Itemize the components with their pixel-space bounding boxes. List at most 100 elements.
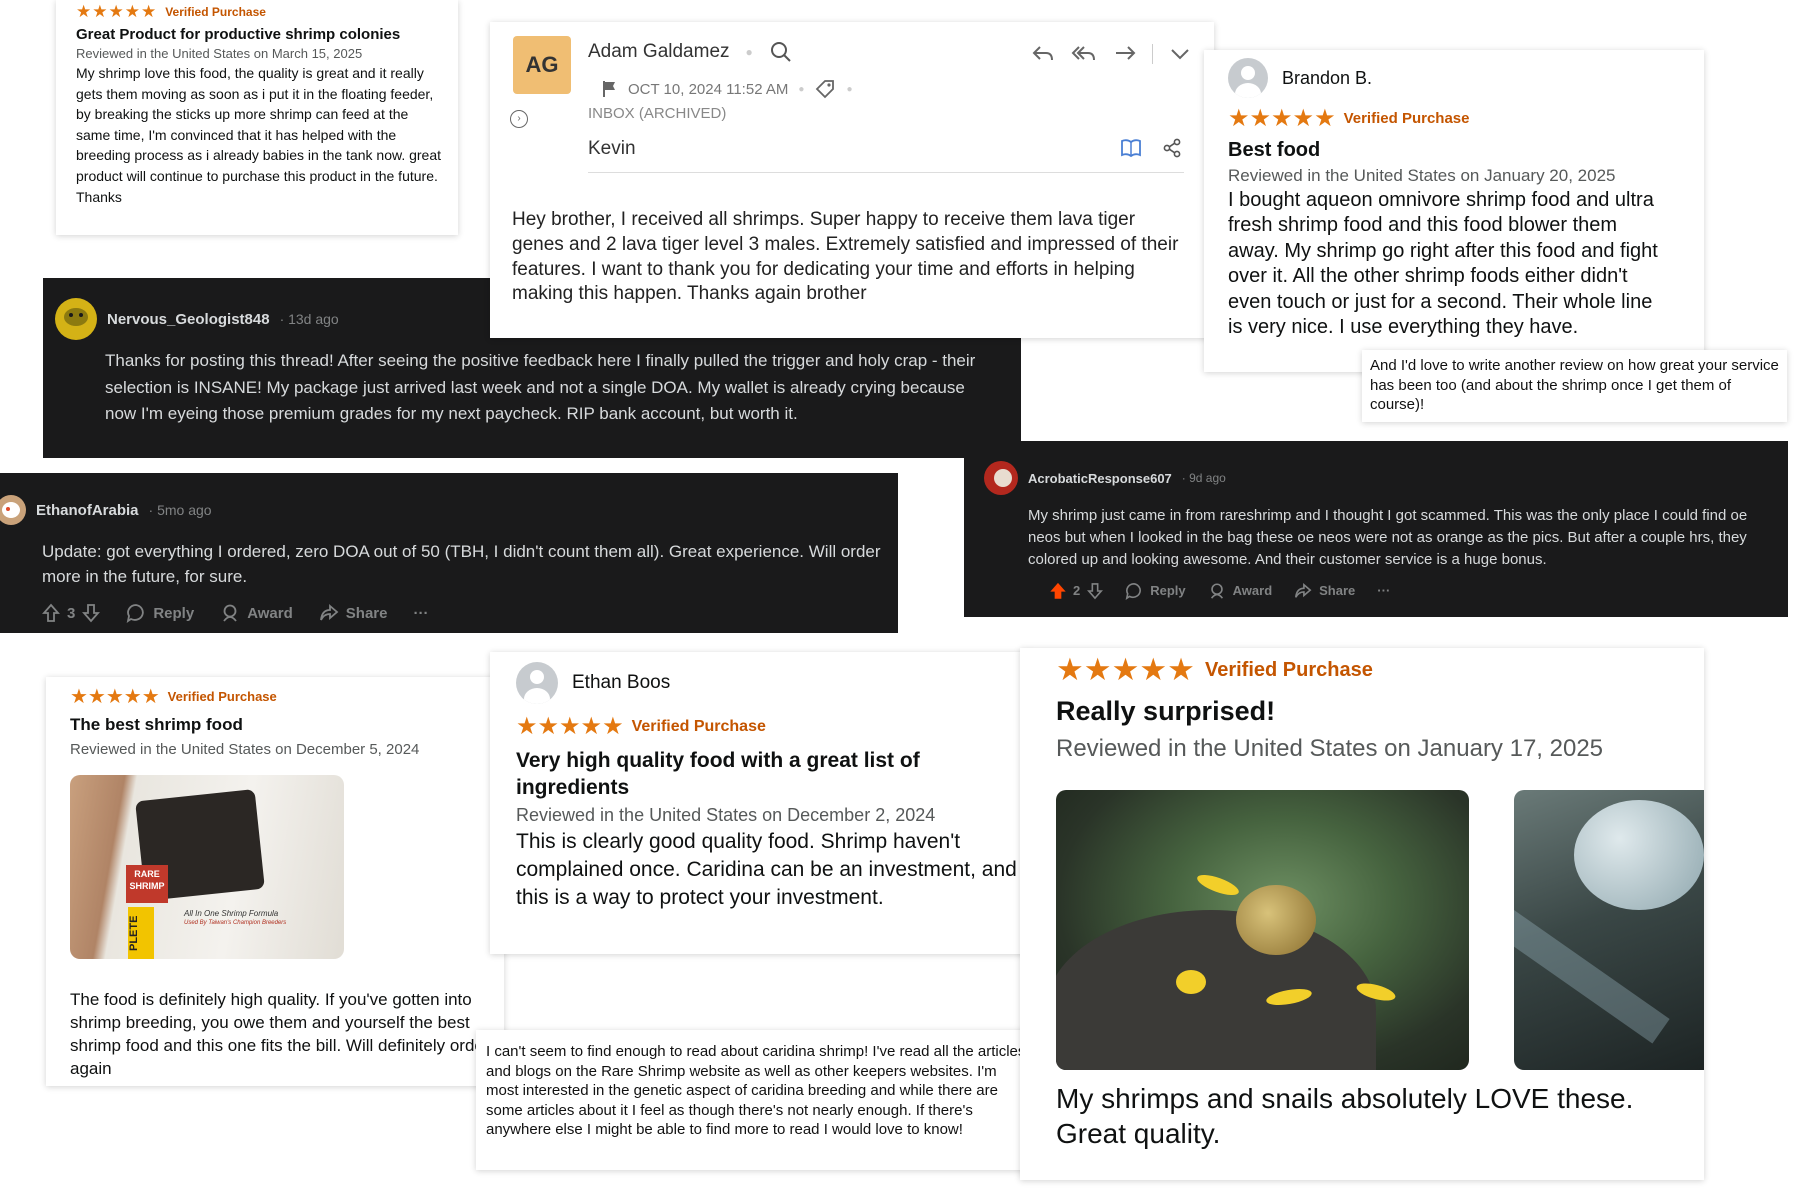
upvote-icon[interactable] [1050,582,1066,600]
chevron-down-icon[interactable] [1167,42,1193,66]
sender-name[interactable]: Adam Galdamez [588,41,730,63]
person-body-icon [524,688,550,704]
shrimp-snail-photo[interactable] [1056,790,1469,1070]
comment-body: Update: got everything I ordered, zero D… [42,542,881,586]
email-folder: INBOX (ARCHIVED) [588,105,727,122]
review-date: Reviewed in the United States on January… [1228,166,1616,185]
share-arrow-icon [319,604,339,621]
star-rating-icon: ★★★★★ [1228,105,1336,132]
separator-dot: ● [745,45,753,59]
star-rating-icon: ★★★★★ [1056,652,1195,687]
email-body: Hey brother, I received all shrimps. Sup… [512,209,1179,305]
reply-all-icon[interactable] [1070,42,1098,66]
snoo-face-icon [64,308,88,326]
sender-initials: AG [525,52,559,77]
user-avatar[interactable] [0,495,26,525]
upvote-icon[interactable] [42,603,60,623]
sender-avatar[interactable]: AG [513,36,571,94]
share-icon[interactable] [1162,138,1182,158]
snoo-eye-icon [79,313,83,317]
share-button[interactable]: Share [1294,582,1355,600]
share-button[interactable]: Share [319,603,388,623]
comment-body: Thanks for posting this thread! After se… [105,351,976,423]
review-body: The food is definitely high quality. If … [70,990,490,1078]
user-avatar[interactable] [984,461,1018,495]
reply-label: Reply [153,604,195,622]
award-icon [1210,583,1223,599]
user-avatar[interactable] [55,298,97,340]
person-head-icon [1241,66,1255,80]
bag-formula-text: All In One Shrimp Formula [184,909,279,918]
reader-view-icon[interactable] [1120,138,1142,158]
bag-side-label: PLETE [128,907,154,959]
person-head-icon [530,670,544,684]
snail-shell [1236,885,1316,955]
award-button[interactable]: Award [1208,582,1273,600]
tag-icon[interactable] [814,78,836,100]
bag-logo: RARE SHRIMP [126,865,168,903]
comment-time: · 13d ago [279,311,339,327]
review-title: Best food [1228,139,1321,161]
review-card-brandon: Brandon B. ★★★★★ Verified Purchase Best … [1204,50,1704,372]
reviewer-avatar [1228,58,1268,98]
award-button[interactable]: Award [220,603,293,623]
vote-count: 2 [1073,583,1081,599]
snoo-eye-icon [6,507,10,511]
downvote-icon[interactable] [1087,582,1104,600]
person-body-icon [1235,83,1261,98]
reply-button[interactable]: Reply [126,603,194,623]
customer-note-card: I can't seem to find enough to read abou… [476,1030,1038,1170]
forward-icon[interactable] [1112,42,1138,66]
flag-icon[interactable] [602,80,618,98]
reply-icon[interactable] [1030,42,1056,66]
comment-bubble-icon [1125,582,1142,600]
reviewer-avatar [516,662,558,704]
product-photo[interactable]: RARE SHRIMP PLETE All In One Shrimp Form… [70,775,344,959]
award-label: Award [247,604,293,622]
star-rating-icon: ★★★★★ [76,2,158,21]
comment-actions: 2 Reply Award Share ··· [1050,582,1772,600]
review-card-great-product: ★★★★★ Verified Purchase Great Product fo… [56,0,458,235]
verified-purchase-badge: Verified Purchase [167,689,277,704]
comment-username[interactable]: EthanofArabia [36,502,139,519]
search-icon[interactable] [769,40,793,64]
reddit-comment-acrobatic: AcrobaticResponse607 · 9d ago My shrimp … [964,441,1788,617]
review-card-best-shrimp-food: ★★★★★ Verified Purchase The best shrimp … [46,677,504,1086]
reviewer-name[interactable]: Brandon B. [1282,68,1372,89]
verified-purchase-badge: Verified Purchase [1204,658,1373,681]
share-label: Share [345,604,388,622]
more-options-icon[interactable]: ··· [413,605,428,622]
bag-formula-subtext: Used By Taiwan's Champion Breeders [184,920,287,926]
downvote-icon[interactable] [82,603,101,623]
snail-photo[interactable] [1514,790,1704,1070]
comment-actions: 3 Reply Award Share ··· [42,603,878,623]
review-title: Very high quality food with a great list… [516,749,920,799]
verified-purchase-badge: Verified Purchase [165,5,266,19]
review-body: My shrimp love this food, the quality is… [76,65,442,205]
reply-button[interactable]: Reply [1125,582,1186,600]
review-card-really-surprised: ★★★★★ Verified Purchase Really surprised… [1020,648,1704,1180]
verified-purchase-badge: Verified Purchase [631,717,766,735]
separator-dot: ● [846,83,853,95]
expand-details-icon[interactable]: › [510,110,528,128]
review-body: My shrimps and snails absolutely LOVE th… [1056,1083,1634,1149]
toolbar-divider [1152,44,1153,64]
review-body: I bought aqueon omnivore shrimp food and… [1228,189,1658,339]
customer-note-card: And I'd love to write another review on … [1362,350,1787,422]
reply-label: Reply [1150,583,1186,599]
award-label: Award [1232,583,1273,599]
comment-time: · 9d ago [1181,471,1226,485]
comment-username[interactable]: Nervous_Geologist848 [107,311,270,328]
note-text: I can't seem to find enough to read abou… [486,1043,1026,1139]
email-recipient: Kevin [588,138,636,159]
review-date: Reviewed in the United States on Decembe… [70,741,420,758]
review-title: Really surprised! [1056,696,1276,726]
comment-username[interactable]: AcrobaticResponse607 [1028,471,1172,486]
review-date: Reviewed in the United States on March 1… [76,46,363,61]
more-options-icon[interactable]: ··· [1377,583,1390,598]
separator-dot: ● [798,83,805,95]
reviewer-name[interactable]: Ethan Boos [572,672,670,694]
note-text: And I'd love to write another review on … [1370,357,1779,413]
share-label: Share [1319,583,1356,599]
email-card: AG › Adam Galdamez ● OCT 10, 2024 11:52 … [490,22,1214,338]
